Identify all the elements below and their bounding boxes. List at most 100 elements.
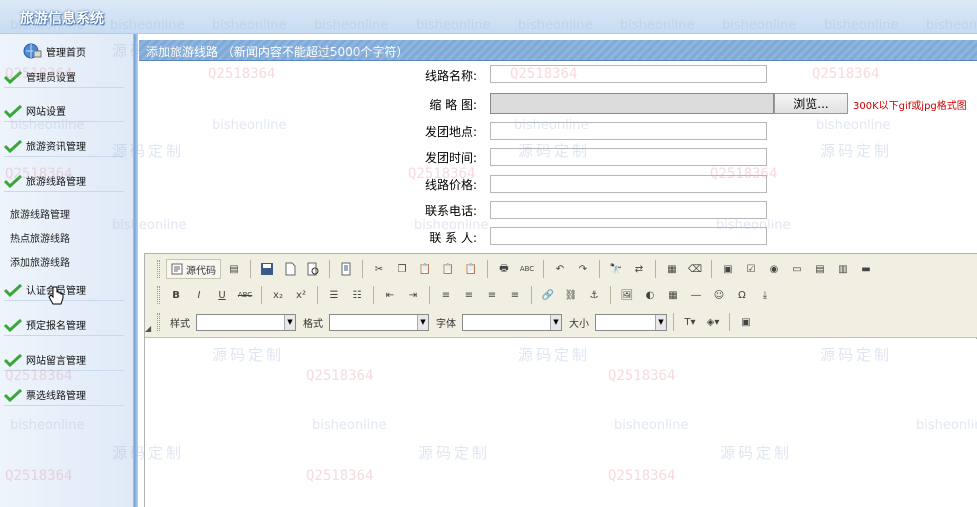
copy-icon[interactable]: ❐ [392, 259, 412, 279]
thumbnail-file-field[interactable] [490, 93, 774, 114]
phone-label: 联系电话: [424, 204, 477, 218]
source-button[interactable]: 源代码 [166, 259, 221, 279]
sidebar-subitem-route-list[interactable]: 旅游线路管理 [10, 206, 70, 222]
print-icon[interactable]: 🖶 [494, 259, 514, 279]
paste-icon[interactable]: 📋 [415, 259, 435, 279]
align-left-icon[interactable]: ≡ [436, 285, 456, 305]
align-center-icon[interactable]: ≡ [459, 285, 479, 305]
sidebar-item-travel-news[interactable]: 旅游资讯管理 [4, 135, 124, 157]
paste-text-icon[interactable]: 📋 [438, 259, 458, 279]
toolbar-grip[interactable] [157, 286, 160, 304]
sidebar-subitem-add-route[interactable]: 添加旅游线路 [10, 254, 70, 270]
italic-icon[interactable]: I [189, 285, 209, 305]
toolbar-separator [543, 260, 544, 278]
check-arrow-icon [4, 139, 22, 153]
start-place-input[interactable] [490, 122, 767, 140]
sidebar-item-site-settings[interactable]: 网站设置 [4, 100, 124, 122]
start-time-input[interactable] [490, 148, 767, 166]
toolbar-grip[interactable] [157, 260, 160, 278]
redo-icon[interactable]: ↷ [573, 259, 593, 279]
nav-home[interactable]: 管理首页 [22, 42, 86, 60]
undo-icon[interactable]: ↶ [550, 259, 570, 279]
cut-icon[interactable]: ✂ [369, 259, 389, 279]
form-title: 添加旅游线路 （新闻内容不能超过5000个字符） [146, 45, 409, 59]
anchor-icon[interactable]: ⚓ [584, 285, 604, 305]
checkbox-icon[interactable]: ☑ [741, 259, 761, 279]
form-icon[interactable]: ▣ [718, 259, 738, 279]
format-select[interactable]: ▼ [329, 313, 429, 331]
underline-icon[interactable]: U [212, 285, 232, 305]
radio-icon[interactable]: ◉ [764, 259, 784, 279]
toolbar-collapse-icon[interactable]: ◢ [145, 324, 151, 333]
sidebar-item-label: 网站设置 [26, 107, 66, 118]
source-label: 源代码 [186, 265, 216, 277]
sidebar-splitter[interactable] [134, 34, 138, 507]
remove-format-icon[interactable]: ⌫ [685, 259, 705, 279]
font-select[interactable]: ▼ [462, 313, 562, 331]
image-icon[interactable]: 🖼 [617, 285, 637, 305]
table-icon[interactable]: ▦ [663, 285, 683, 305]
style-select[interactable]: ▼ [196, 313, 296, 331]
sidebar-item-messages[interactable]: 网站留言管理 [4, 349, 124, 371]
chevron-down-icon: ▼ [417, 314, 428, 330]
editor-content-area[interactable] [145, 339, 977, 507]
preview-icon[interactable] [303, 259, 323, 279]
sidebar-item-admin-settings[interactable]: 管理员设置 [4, 66, 124, 88]
price-input[interactable] [490, 175, 767, 193]
text-color-icon[interactable]: T▾ [680, 312, 700, 332]
replace-icon[interactable]: ⇄ [629, 259, 649, 279]
textfield-icon[interactable]: ▭ [787, 259, 807, 279]
justify-icon[interactable]: ≡ [505, 285, 525, 305]
select-field-icon[interactable]: ▥ [833, 259, 853, 279]
phone-input[interactable] [490, 201, 767, 219]
bulleted-list-icon[interactable]: ☷ [347, 285, 367, 305]
route-name-label: 线路名称: [424, 69, 477, 83]
size-select[interactable]: ▼ [595, 313, 667, 331]
button-field-icon[interactable]: ▬ [856, 259, 876, 279]
sidebar-item-vote-routes[interactable]: 票选线路管理 [4, 384, 124, 406]
select-all-icon[interactable]: ▦ [662, 259, 682, 279]
show-blocks-icon[interactable]: ▣ [736, 312, 756, 332]
link-icon[interactable]: 🔗 [538, 285, 558, 305]
align-right-icon[interactable]: ≡ [482, 285, 502, 305]
browse-button[interactable]: 浏览... [774, 93, 848, 114]
spellcheck-icon[interactable]: ABC [517, 259, 537, 279]
templates-icon[interactable]: ▤ [224, 259, 244, 279]
file-hint: 300K以下gif或jpg格式图 [853, 101, 967, 112]
toolbar-grip[interactable] [157, 313, 160, 331]
page-break-icon[interactable]: ⤓ [755, 285, 775, 305]
toolbar-separator [599, 260, 600, 278]
check-arrow-icon [4, 104, 22, 118]
templates-doc-icon[interactable] [336, 259, 356, 279]
check-arrow-icon [4, 70, 22, 84]
textarea-icon[interactable]: ▤ [810, 259, 830, 279]
thumbnail-label: 缩 略 图: [429, 98, 477, 112]
sidebar-subitem-hot-routes[interactable]: 热点旅游线路 [10, 230, 70, 246]
outdent-icon[interactable]: ⇤ [380, 285, 400, 305]
contact-input[interactable] [490, 227, 767, 245]
numbered-list-icon[interactable]: ☰ [324, 285, 344, 305]
horizontal-rule-icon[interactable]: ― [686, 285, 706, 305]
toolbar-separator [250, 260, 251, 278]
unlink-icon[interactable]: ⛓ [561, 285, 581, 305]
sidebar-item-members[interactable]: 认证会员管理 [4, 279, 124, 301]
price-label: 线路价格: [424, 178, 477, 192]
smiley-icon[interactable]: ☺ [709, 285, 729, 305]
route-name-input[interactable] [490, 65, 767, 83]
subscript-icon[interactable]: x₂ [268, 285, 288, 305]
flash-icon[interactable]: ◐ [640, 285, 660, 305]
superscript-icon[interactable]: x² [291, 285, 311, 305]
toolbar-separator [655, 260, 656, 278]
bold-icon[interactable]: B [166, 285, 186, 305]
bg-color-icon[interactable]: ◈▾ [703, 312, 723, 332]
save-icon[interactable] [257, 259, 277, 279]
indent-icon[interactable]: ⇥ [403, 285, 423, 305]
new-page-icon[interactable] [280, 259, 300, 279]
strikethrough-icon[interactable]: ABC [235, 285, 255, 305]
find-icon[interactable]: 🔭 [606, 259, 626, 279]
paste-word-icon[interactable]: 📋 [461, 259, 481, 279]
sidebar-item-travel-routes[interactable]: 旅游线路管理 [4, 170, 124, 192]
sidebar: 管理首页 管理员设置 网站设置 旅游资讯管理 旅游线路管理 旅游线路管理 热点旅… [0, 34, 134, 507]
sidebar-item-bookings[interactable]: 预定报名管理 [4, 314, 124, 336]
special-char-icon[interactable]: Ω [732, 285, 752, 305]
